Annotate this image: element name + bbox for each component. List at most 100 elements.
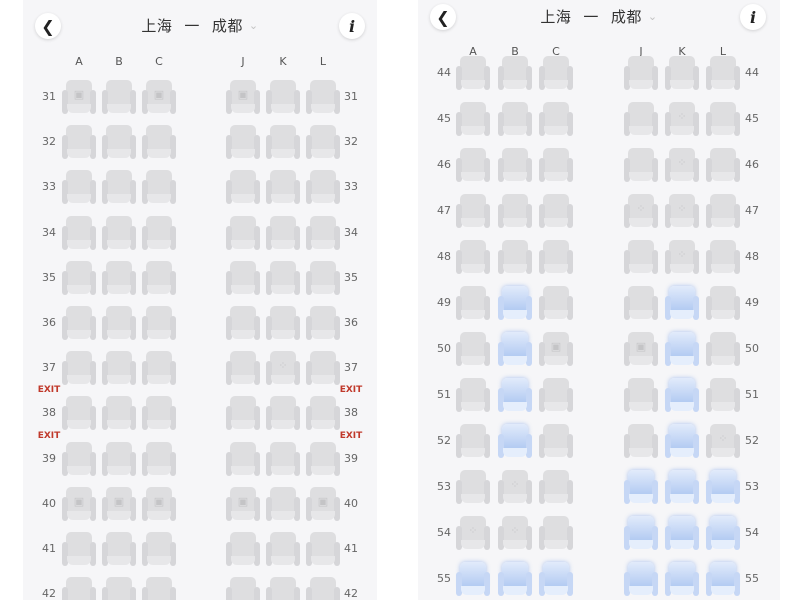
seat-34k[interactable] xyxy=(266,215,300,250)
seat-53b[interactable]: ⁘ xyxy=(498,470,532,504)
seat-51c[interactable] xyxy=(539,378,573,412)
seat-34j[interactable] xyxy=(226,215,260,250)
seat-46k[interactable]: ⁘ xyxy=(665,148,699,182)
seat-55j[interactable] xyxy=(624,562,658,596)
seat-31c[interactable]: ▣ xyxy=(142,80,176,114)
seat-42a[interactable] xyxy=(62,577,96,600)
seat-45a[interactable] xyxy=(456,102,490,136)
seat-42l[interactable] xyxy=(306,577,340,600)
seat-34b[interactable] xyxy=(102,215,136,250)
seat-54b[interactable]: ⁘ xyxy=(498,516,532,550)
seat-36a[interactable] xyxy=(62,306,96,340)
seat-55k[interactable] xyxy=(665,562,699,596)
seat-39b[interactable] xyxy=(102,441,136,476)
seat-47b[interactable] xyxy=(498,194,532,228)
seat-39c[interactable] xyxy=(142,441,176,476)
seat-31k[interactable] xyxy=(266,80,300,114)
seat-50a[interactable] xyxy=(456,332,490,366)
seat-53a[interactable] xyxy=(456,470,490,504)
seat-44a[interactable] xyxy=(456,56,490,90)
seat-35l[interactable] xyxy=(306,260,340,295)
seat-41a[interactable] xyxy=(62,532,96,566)
info-button[interactable]: i xyxy=(339,13,365,39)
seat-48k[interactable]: ⁘ xyxy=(665,240,699,274)
seat-53l[interactable] xyxy=(706,470,740,504)
seat-49l[interactable] xyxy=(706,286,740,320)
seat-33j[interactable] xyxy=(226,170,260,205)
seat-42k[interactable] xyxy=(266,577,300,600)
seat-48j[interactable] xyxy=(624,240,658,274)
seat-38j[interactable] xyxy=(226,396,260,431)
seat-42j[interactable] xyxy=(226,577,260,600)
seat-51j[interactable] xyxy=(624,378,658,412)
seat-52j[interactable] xyxy=(624,424,658,458)
seat-52a[interactable] xyxy=(456,424,490,458)
seat-38b[interactable] xyxy=(102,396,136,431)
seat-36k[interactable] xyxy=(266,306,300,340)
seat-49c[interactable] xyxy=(539,286,573,320)
seat-35j[interactable] xyxy=(226,260,260,295)
seat-44j[interactable] xyxy=(624,56,658,90)
seat-33b[interactable] xyxy=(102,170,136,205)
seat-39j[interactable] xyxy=(226,441,260,476)
seat-37l[interactable] xyxy=(306,351,340,386)
seat-53j[interactable] xyxy=(624,470,658,504)
seat-48l[interactable] xyxy=(706,240,740,274)
info-button[interactable]: i xyxy=(740,4,766,30)
seat-53c[interactable] xyxy=(539,470,573,504)
seat-33c[interactable] xyxy=(142,170,176,205)
seat-33l[interactable] xyxy=(306,170,340,205)
seat-51a[interactable] xyxy=(456,378,490,412)
seat-52c[interactable] xyxy=(539,424,573,458)
seat-54k[interactable] xyxy=(665,516,699,550)
seat-39a[interactable] xyxy=(62,441,96,476)
seat-49j[interactable] xyxy=(624,286,658,320)
seat-45k[interactable]: ⁘ xyxy=(665,102,699,136)
seat-44k[interactable] xyxy=(665,56,699,90)
seat-48b[interactable] xyxy=(498,240,532,274)
seat-33a[interactable] xyxy=(62,170,96,205)
seat-34l[interactable] xyxy=(306,215,340,250)
seat-37k[interactable]: ⁘ xyxy=(266,351,300,386)
seat-32b[interactable] xyxy=(102,125,136,160)
seat-51k[interactable] xyxy=(665,378,699,412)
seat-46j[interactable] xyxy=(624,148,658,182)
seat-41c[interactable] xyxy=(142,532,176,566)
seat-46a[interactable] xyxy=(456,148,490,182)
seat-36j[interactable] xyxy=(226,306,260,340)
seat-40a[interactable]: ▣ xyxy=(62,486,96,521)
seat-46l[interactable] xyxy=(706,148,740,182)
seat-50j[interactable]: ▣ xyxy=(624,332,658,366)
seat-32j[interactable] xyxy=(226,125,260,160)
seat-54l[interactable] xyxy=(706,516,740,550)
seat-35c[interactable] xyxy=(142,260,176,295)
seat-49a[interactable] xyxy=(456,286,490,320)
seat-48c[interactable] xyxy=(539,240,573,274)
seat-31a[interactable]: ▣ xyxy=(62,80,96,114)
seat-54j[interactable] xyxy=(624,516,658,550)
seat-35k[interactable] xyxy=(266,260,300,295)
seat-35b[interactable] xyxy=(102,260,136,295)
seat-50k[interactable] xyxy=(665,332,699,366)
seat-52k[interactable] xyxy=(665,424,699,458)
seat-48a[interactable] xyxy=(456,240,490,274)
seat-37a[interactable] xyxy=(62,351,96,386)
seat-52l[interactable]: ⁘ xyxy=(706,424,740,458)
seat-38l[interactable] xyxy=(306,396,340,431)
seat-40b[interactable]: ▣ xyxy=(102,486,136,521)
seat-33k[interactable] xyxy=(266,170,300,205)
seat-37b[interactable] xyxy=(102,351,136,386)
seat-47k[interactable]: ⁘ xyxy=(665,194,699,228)
seat-46b[interactable] xyxy=(498,148,532,182)
seat-54a[interactable]: ⁘ xyxy=(456,516,490,550)
seat-50c[interactable]: ▣ xyxy=(539,332,573,366)
seat-47l[interactable] xyxy=(706,194,740,228)
seat-55c[interactable] xyxy=(539,562,573,596)
seat-40k[interactable] xyxy=(266,486,300,521)
seat-36b[interactable] xyxy=(102,306,136,340)
seat-40c[interactable]: ▣ xyxy=(142,486,176,521)
seat-50l[interactable] xyxy=(706,332,740,366)
seat-41j[interactable] xyxy=(226,532,260,566)
seat-55l[interactable] xyxy=(706,562,740,596)
seat-45c[interactable] xyxy=(539,102,573,136)
